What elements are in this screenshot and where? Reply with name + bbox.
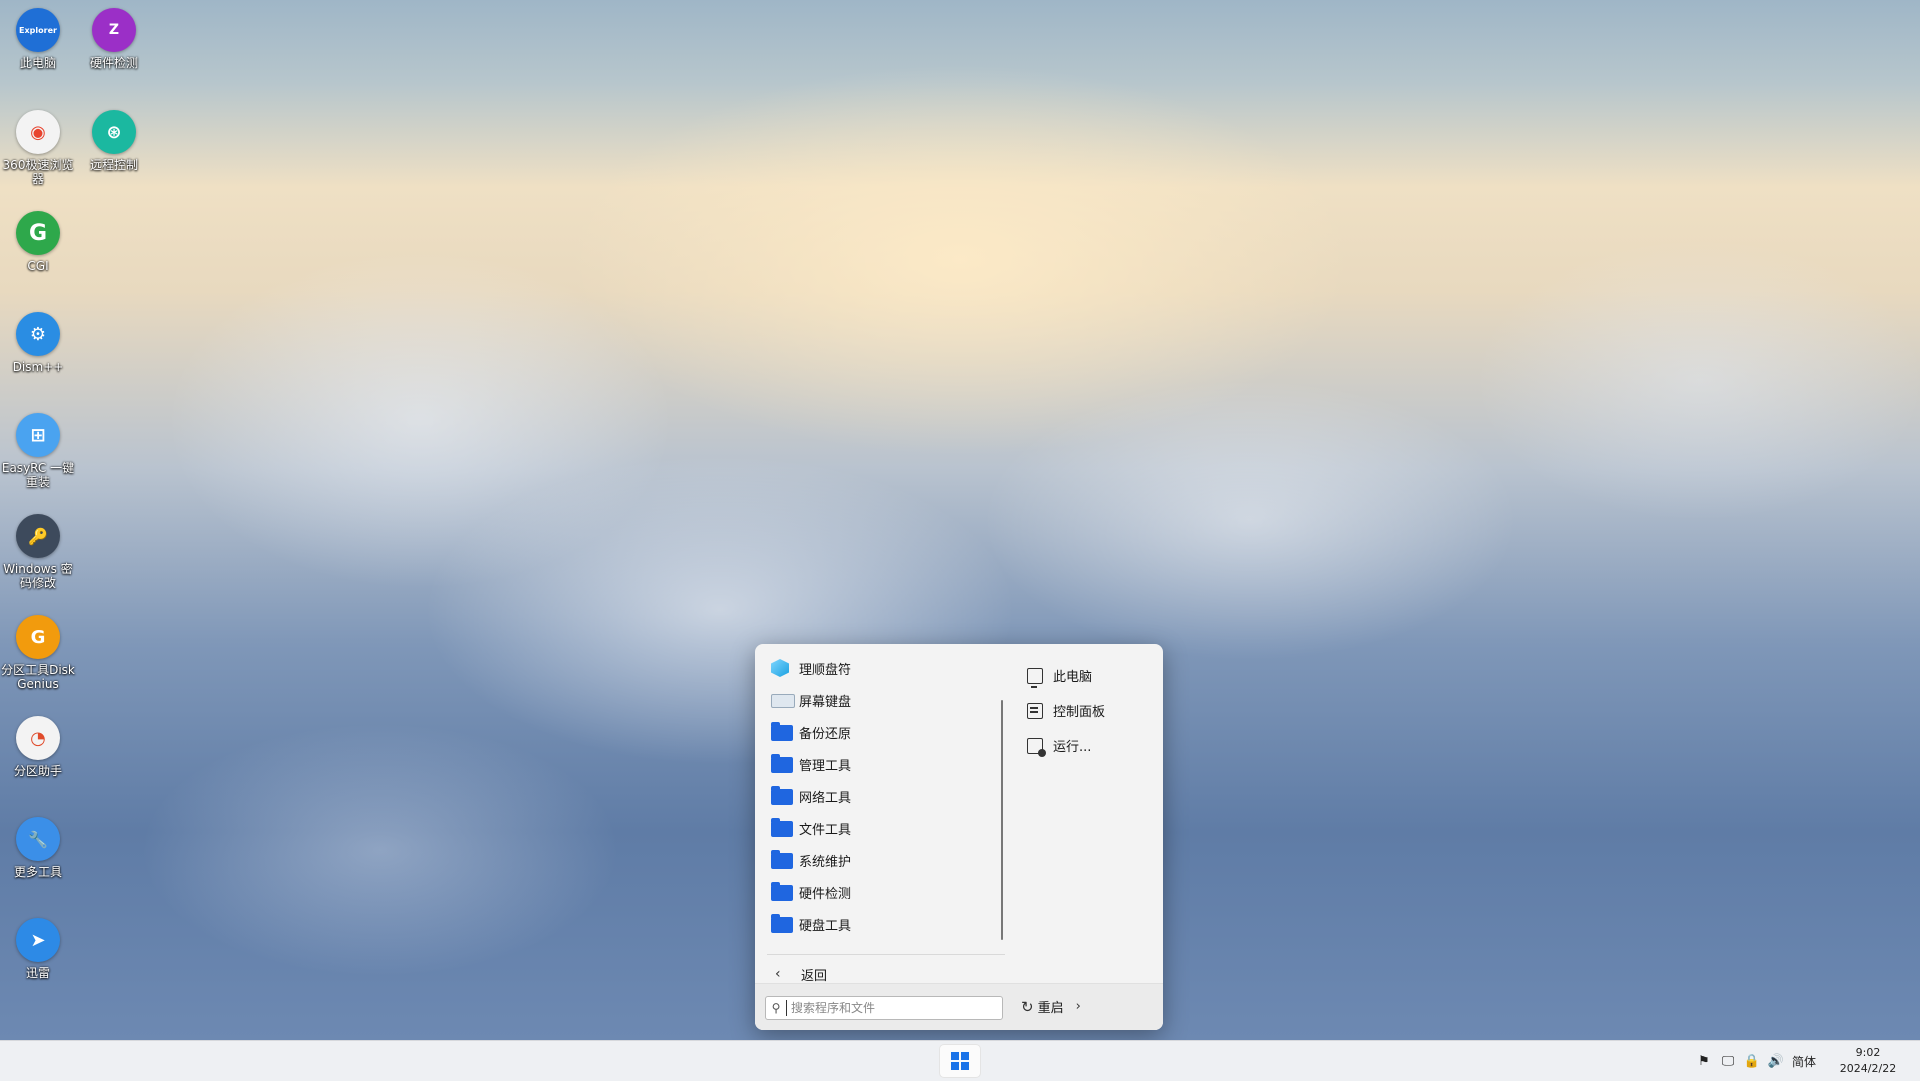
start-button[interactable]	[940, 1045, 980, 1077]
folder-icon	[771, 754, 793, 773]
start-menu-footer: ⚲ ↻ 重启 ›	[755, 983, 1163, 1030]
desktop-icon-360-browser[interactable]: ◉ 360极速浏览器	[0, 110, 76, 186]
desktop-icon-cgi[interactable]: G CGI	[0, 211, 76, 273]
menu-item-label: 硬件检测	[799, 886, 852, 902]
menu-item-hardware-check[interactable]: 硬件检测	[763, 876, 1003, 908]
remote-control-icon: ⊛	[92, 110, 136, 154]
input-language[interactable]: 简体	[1792, 1053, 1816, 1070]
pinned-app-icon[interactable]: ⚑	[1692, 1054, 1716, 1069]
search-icon: ⚲	[771, 1001, 781, 1015]
desktop-icon-label: 硬件检测	[89, 56, 138, 70]
partition-assistant-icon: ◔	[16, 716, 60, 760]
menu-item-network-tools[interactable]: 网络工具	[763, 780, 1003, 812]
taskbar: ⚑ 🖵 🔒 🔊 简体 9:02 2024/2/22	[0, 1040, 1920, 1081]
windows-reinstall-icon: ⊞	[16, 413, 60, 457]
restart-icon: ↻	[1021, 997, 1034, 1016]
menu-item-label: 屏幕键盘	[799, 694, 852, 710]
menu-item-file-tools[interactable]: 文件工具	[763, 812, 1003, 844]
desktop-icon-more-tools[interactable]: 🔧 更多工具	[0, 817, 76, 879]
computer-icon	[1027, 667, 1043, 688]
browser-360-icon: ◉	[16, 110, 60, 154]
menu-item-backup-restore[interactable]: 备份还原	[763, 716, 1003, 748]
quick-links: 此电脑 控制面板 运行...	[1017, 658, 1157, 763]
desktop-icon-this-pc[interactable]: Explorer 此电脑	[0, 8, 76, 70]
desktop-icon-dism[interactable]: ⚙ Dism++	[0, 312, 76, 374]
menu-item-label: 理顺盘符	[799, 662, 852, 678]
menu-item-onscreen-keyboard[interactable]: 屏幕键盘	[763, 684, 1003, 716]
desktop-icon-label: 分区助手	[13, 764, 62, 778]
desktop-icon-xunlei[interactable]: ➤ 迅雷	[0, 918, 76, 980]
security-icon[interactable]: 🔒	[1740, 1054, 1764, 1069]
clock[interactable]: 9:02 2024/2/22	[1826, 1045, 1910, 1077]
diskgenius-icon: G	[16, 615, 60, 659]
menu-item-system-maintenance[interactable]: 系统维护	[763, 844, 1003, 876]
desktop-icon-easyrc[interactable]: ⊞ EasyRC 一键重装	[0, 413, 76, 489]
folder-icon	[771, 882, 793, 901]
desktop-icon-hardware-check[interactable]: Z 硬件检测	[76, 8, 152, 70]
divider	[767, 954, 1005, 955]
control-panel-icon	[1027, 702, 1043, 719]
restart-label: 重启	[1037, 1001, 1064, 1016]
desktop-icon-label: 远程控制	[89, 158, 138, 172]
wrench-icon: 🔧	[16, 817, 60, 861]
program-list: 理顺盘符 屏幕键盘 备份还原 管理工具 网络工具 文件工具 系统维护 硬件检测	[763, 652, 1003, 940]
volume-icon[interactable]: 🔊	[1764, 1054, 1788, 1069]
folder-icon	[771, 914, 793, 933]
quick-link-label: 此电脑	[1053, 670, 1093, 685]
desktop-icon-label: 分区工具DiskGenius	[1, 663, 75, 691]
menu-item-label: 网络工具	[799, 790, 852, 806]
folder-icon	[771, 850, 793, 869]
folder-icon	[771, 818, 793, 837]
desktop-icon-partition-assistant[interactable]: ◔ 分区助手	[0, 716, 76, 778]
clock-time: 9:02	[1855, 1046, 1881, 1059]
desktop-icon-windows-password[interactable]: 🔑 Windows 密码修改	[0, 514, 76, 590]
hardware-check-icon: Z	[92, 8, 136, 52]
menu-item-disk-tools[interactable]: 硬盘工具	[763, 908, 1003, 940]
start-menu: 理顺盘符 屏幕键盘 备份还原 管理工具 网络工具 文件工具 系统维护 硬件检测	[755, 644, 1163, 1030]
desktop-icon-remote-control[interactable]: ⊛ 远程控制	[76, 110, 152, 172]
key-icon: 🔑	[16, 514, 60, 558]
cgi-icon: G	[16, 211, 60, 255]
desktop-icon-label: 此电脑	[19, 56, 56, 70]
desktop-icon-label: Dism++	[12, 360, 64, 374]
program-list-scrollbar[interactable]	[1001, 700, 1003, 940]
quick-link-run[interactable]: 运行...	[1017, 728, 1157, 763]
chevron-left-icon: ‹	[775, 966, 781, 982]
quick-link-this-pc[interactable]: 此电脑	[1017, 658, 1157, 693]
windows-logo-icon	[951, 1052, 969, 1070]
run-icon	[1027, 737, 1046, 757]
menu-item-label: 管理工具	[799, 758, 852, 774]
explorer-icon: Explorer	[16, 8, 60, 52]
menu-item-label: 硬盘工具	[799, 918, 852, 934]
menu-item-admin-tools[interactable]: 管理工具	[763, 748, 1003, 780]
menu-item-label: 备份还原	[799, 726, 852, 742]
folder-icon	[771, 786, 793, 805]
menu-item-drive-letters[interactable]: 理顺盘符	[763, 652, 1003, 684]
menu-item-label: 系统维护	[799, 854, 852, 870]
xunlei-icon: ➤	[16, 918, 60, 962]
desktop-icon-diskgenius[interactable]: G 分区工具DiskGenius	[0, 615, 76, 691]
quick-link-control-panel[interactable]: 控制面板	[1017, 693, 1157, 728]
chevron-right-icon[interactable]: ›	[1076, 999, 1081, 1014]
dism-gear-icon: ⚙	[16, 312, 60, 356]
search-box[interactable]: ⚲	[765, 996, 1003, 1020]
desktop-icon-label: 360极速浏览器	[2, 158, 74, 186]
quick-link-label: 运行...	[1053, 740, 1092, 755]
back-label: 返回	[801, 968, 828, 984]
desktop-icon-label: EasyRC 一键重装	[1, 461, 75, 489]
desktop-icon-label: 更多工具	[13, 865, 62, 879]
quick-link-label: 控制面板	[1053, 705, 1106, 720]
desktop-icon-label: 迅雷	[25, 966, 50, 980]
clock-date: 2024/2/22	[1839, 1062, 1897, 1075]
keyboard-icon	[771, 691, 795, 709]
search-input[interactable]	[786, 1000, 993, 1016]
cube-icon	[771, 659, 793, 677]
desktop-icon-label: Windows 密码修改	[3, 562, 73, 590]
restart-button[interactable]: ↻ 重启 ›	[1021, 997, 1081, 1017]
menu-item-label: 文件工具	[799, 822, 852, 838]
folder-icon	[771, 722, 793, 741]
desktop-icon-label: CGI	[27, 259, 49, 273]
network-icon[interactable]: 🖵	[1716, 1054, 1740, 1069]
system-tray: ⚑ 🖵 🔒 🔊 简体 9:02 2024/2/22	[1692, 1041, 1920, 1081]
